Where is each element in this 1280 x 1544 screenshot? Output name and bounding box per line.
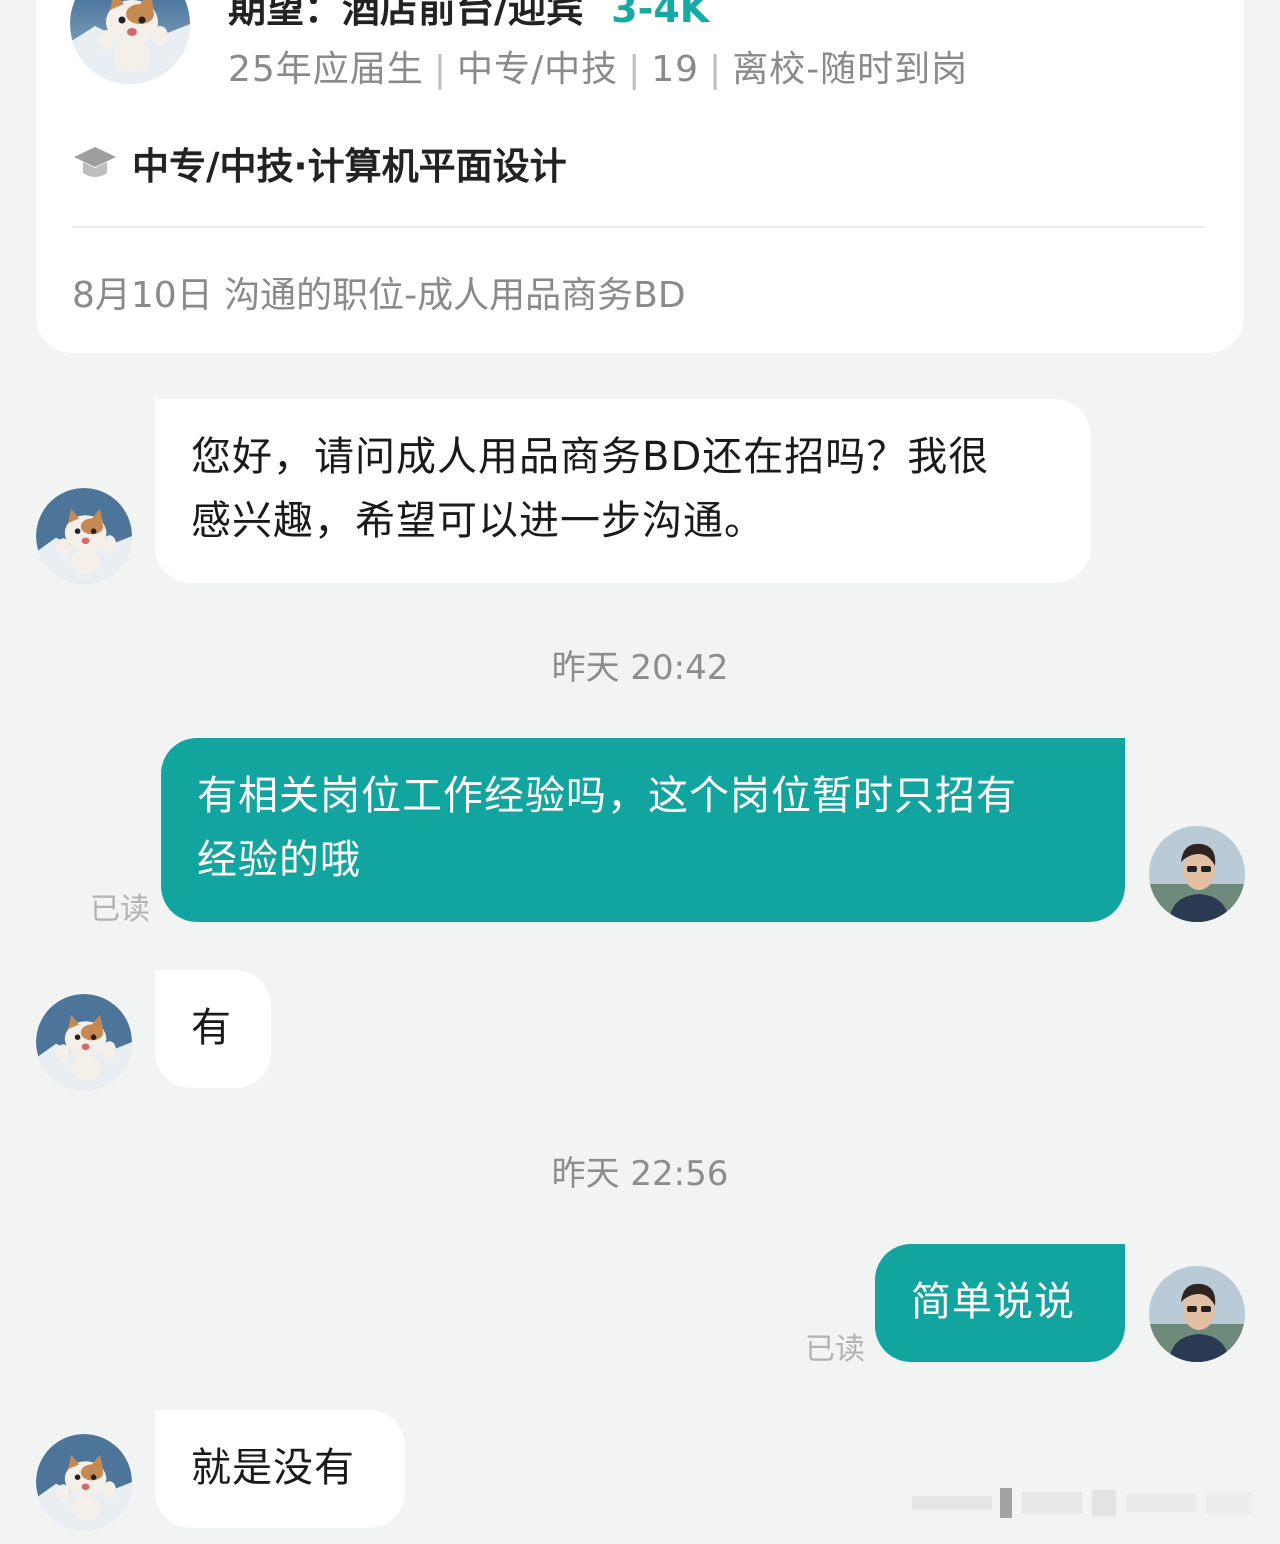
education-text: 中专/中技·计算机平面设计 bbox=[132, 145, 567, 188]
meta-availability: 离校-随时到岗 bbox=[732, 49, 969, 90]
expected-position-text: 期望：酒店前台/迎宾 bbox=[228, 0, 584, 31]
meta-graduation: 25年应届生 bbox=[228, 49, 424, 90]
candidate-avatar[interactable] bbox=[36, 488, 132, 584]
meta-education: 中专/中技 bbox=[456, 49, 619, 90]
message-line: 有相关岗位工作经验吗，这个岗位暂时只招有 bbox=[197, 773, 1017, 819]
read-status: 已读 bbox=[90, 892, 150, 927]
meta-separator: | bbox=[709, 49, 723, 90]
candidate-avatar[interactable] bbox=[36, 1434, 132, 1530]
message-line: 经验的哦 bbox=[197, 837, 361, 883]
message-line: 您好，请问成人用品商务BD还在招吗？我很 bbox=[191, 434, 990, 480]
message-bubble-received[interactable]: 您好，请问成人用品商务BD还在招吗？我很 感兴趣，希望可以进一步沟通。 bbox=[155, 399, 1091, 583]
message-line: 感兴趣，希望可以进一步沟通。 bbox=[191, 498, 765, 544]
watermark-graphic bbox=[912, 1488, 1252, 1518]
message-line: 简单说说 bbox=[911, 1279, 1075, 1325]
message-line: 就是没有 bbox=[191, 1445, 355, 1491]
graduation-cap-icon bbox=[72, 143, 118, 183]
education-row: 中专/中技·计算机平面设计 bbox=[72, 138, 567, 188]
timestamp: 昨天 22:56 bbox=[551, 1154, 729, 1194]
communicated-job: 8月10日 沟通的职位-成人用品商务BD bbox=[72, 275, 686, 316]
timestamp: 昨天 20:42 bbox=[551, 648, 729, 688]
message-bubble-sent[interactable]: 有相关岗位工作经验吗，这个岗位暂时只招有 经验的哦 bbox=[161, 738, 1125, 922]
meta-age: 19 bbox=[651, 49, 700, 90]
message-bubble-sent[interactable]: 简单说说 bbox=[875, 1244, 1125, 1362]
message-bubble-received[interactable]: 有 bbox=[155, 970, 271, 1088]
read-status: 已读 bbox=[805, 1332, 865, 1367]
candidate-avatar[interactable] bbox=[70, 0, 190, 84]
expected-salary: 3-4K bbox=[611, 0, 710, 31]
card-divider bbox=[72, 226, 1206, 228]
expected-position: 期望：酒店前台/迎宾 3-4K bbox=[228, 0, 709, 33]
candidate-meta: 25年应届生 | 中专/中技 | 19 | 离校-随时到岗 bbox=[228, 40, 968, 92]
recruiter-avatar[interactable] bbox=[1149, 826, 1245, 922]
meta-separator: | bbox=[628, 49, 642, 90]
message-line: 有 bbox=[191, 1005, 232, 1051]
candidate-avatar[interactable] bbox=[36, 994, 132, 1090]
message-bubble-received[interactable]: 就是没有 bbox=[155, 1410, 405, 1528]
recruiter-avatar[interactable] bbox=[1149, 1266, 1245, 1362]
meta-separator: | bbox=[433, 49, 447, 90]
